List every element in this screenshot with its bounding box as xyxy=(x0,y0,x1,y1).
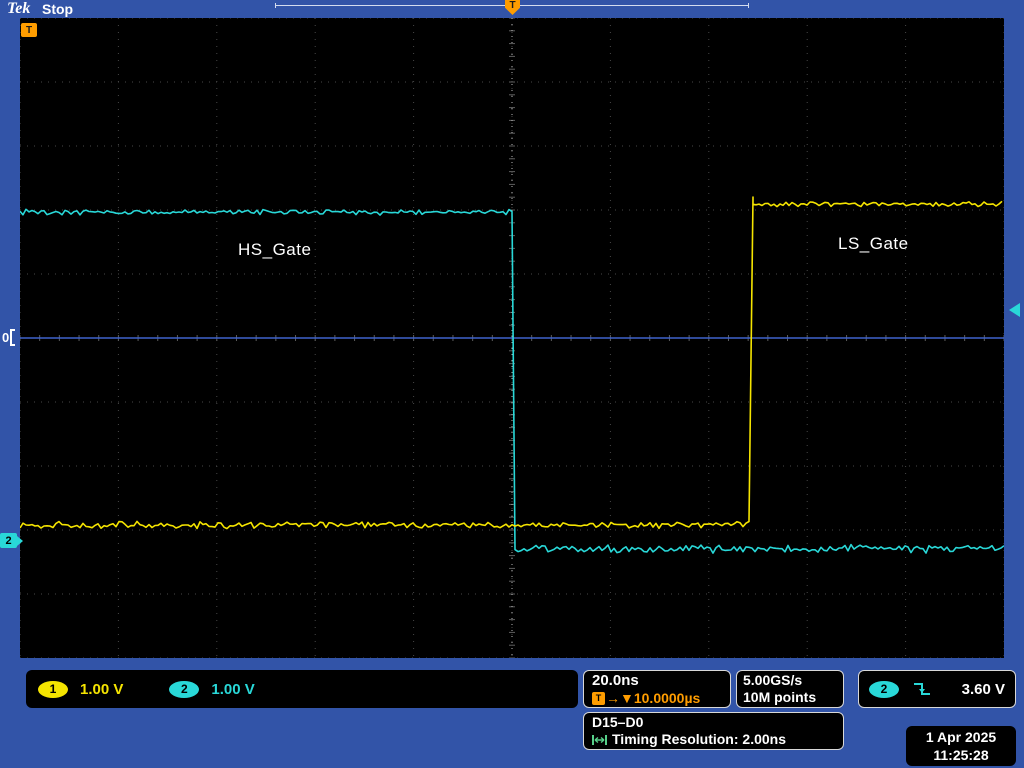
ch2-ground-marker-label: 2 xyxy=(0,533,17,548)
tek-logo: Tek xyxy=(7,0,30,18)
trigger-source-marker[interactable]: T xyxy=(21,23,37,37)
trigger-source-badge[interactable]: 2 xyxy=(869,681,899,698)
acquisition-status: Stop xyxy=(42,1,73,17)
ch1-scale-value: 1.00 V xyxy=(80,681,123,698)
ch2-readout[interactable]: 2 1.00 V xyxy=(169,681,254,698)
oscilloscope-screen: { "colors": { "bezel_blue": "#3254a8", "… xyxy=(0,0,1024,768)
record-length-value: 10M points xyxy=(743,689,837,706)
ls-gate-trace-label: LS_Gate xyxy=(838,234,909,254)
date-value: 1 Apr 2025 xyxy=(926,728,996,746)
d0-bracket-icon xyxy=(10,329,15,346)
trigger-position-marker[interactable]: T xyxy=(505,0,520,15)
trigger-level-value: 3.60 V xyxy=(962,681,1005,698)
digital-channels-readout[interactable]: D15–D0 Timing Resolution: 2.00ns xyxy=(583,712,844,750)
falling-edge-slope-icon xyxy=(913,681,931,697)
timing-resolution-value: Timing Resolution: 2.00ns xyxy=(612,731,786,748)
horizontal-readout[interactable]: 20.0ns T →▼ 10.0000µs xyxy=(583,670,731,708)
trigger-readout[interactable]: 2 3.60 V xyxy=(858,670,1016,708)
d0-channel-marker[interactable]: 0 xyxy=(2,329,15,346)
acquisition-readout[interactable]: 5.00GS/s 10M points xyxy=(736,670,844,708)
ch2-badge[interactable]: 2 xyxy=(169,681,199,698)
d0-marker-label: 0 xyxy=(2,330,9,345)
sample-rate-value: 5.00GS/s xyxy=(743,672,837,689)
channel-readout-bar: 1 1.00 V 2 1.00 V xyxy=(26,670,578,708)
ch2-scale-value: 1.00 V xyxy=(211,681,254,698)
ch2-ground-marker[interactable]: 2 xyxy=(0,533,23,548)
record-view-left-tick xyxy=(275,3,276,8)
hs-gate-trace-label: HS_Gate xyxy=(238,240,311,260)
trigger-t-icon: T xyxy=(592,692,605,705)
horiz-position-value: 10.0000µs xyxy=(634,690,700,706)
datetime-readout: 1 Apr 2025 11:25:28 xyxy=(906,726,1016,766)
ch1-badge[interactable]: 1 xyxy=(38,681,68,698)
trigger-level-arrow-icon[interactable] xyxy=(1009,303,1020,317)
time-per-division: 20.0ns xyxy=(592,672,722,690)
time-value: 11:25:28 xyxy=(933,746,988,764)
timing-resolution-icon xyxy=(592,734,607,746)
digital-bus-label: D15–D0 xyxy=(592,714,835,731)
ch1-readout[interactable]: 1 1.00 V xyxy=(38,681,123,698)
record-view-right-tick xyxy=(748,3,749,8)
graticule: HS_Gate LS_Gate xyxy=(20,18,1004,658)
ch2-ground-marker-arrow-icon xyxy=(17,536,23,546)
waveform-display xyxy=(20,18,1004,658)
horiz-position-arrows-icon: →▼ xyxy=(606,690,634,706)
